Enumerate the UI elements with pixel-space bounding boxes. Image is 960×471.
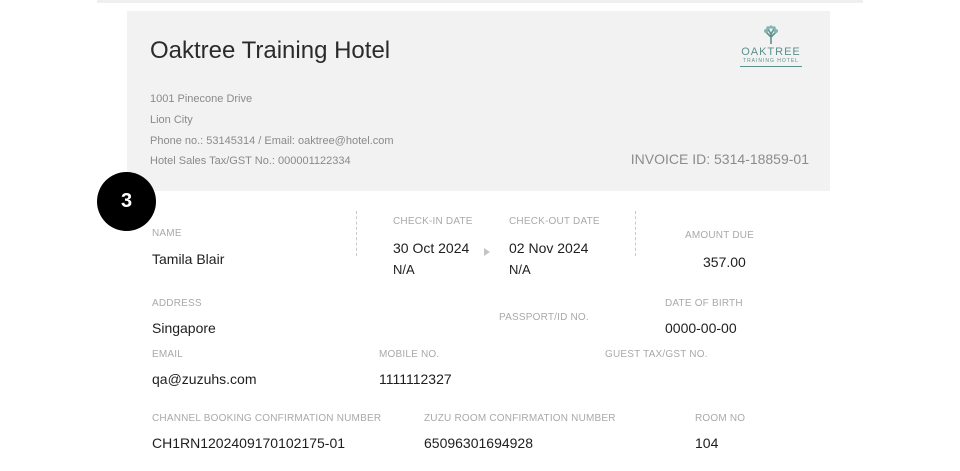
- zuzu-confirmation-label: ZUZU ROOM CONFIRMATION NUMBER: [424, 413, 616, 424]
- checkin-time: N/A: [393, 262, 415, 277]
- passport-label: PASSPORT/ID NO.: [499, 312, 589, 323]
- address-label: ADDRESS: [152, 298, 202, 309]
- checkout-label: CHECK-OUT DATE: [509, 216, 600, 227]
- invoice-header: Oaktree Training Hotel 1001 Pinecone Dri…: [127, 11, 830, 191]
- guest-dob: 0000-00-00: [665, 320, 737, 336]
- divider: [356, 211, 357, 256]
- date-range-arrow-icon: [484, 248, 490, 256]
- mobile-label: MOBILE NO.: [379, 349, 440, 360]
- logo-name: OAKTREE: [741, 46, 801, 58]
- hotel-tax-number: Hotel Sales Tax/GST No.: 000001122334: [150, 155, 351, 167]
- channel-booking-number: CH1RN1202409170102175-01: [152, 435, 346, 451]
- hotel-name: Oaktree Training Hotel: [150, 37, 391, 64]
- hotel-address-line2: Lion City: [150, 114, 193, 126]
- guest-tax-label: GUEST TAX/GST NO.: [605, 349, 708, 360]
- checkout-date: 02 Nov 2024: [509, 240, 589, 256]
- divider: [635, 211, 636, 256]
- hotel-address-line1: 1001 Pinecone Drive: [150, 93, 253, 105]
- guest-mobile: 1111112327: [379, 371, 452, 387]
- zuzu-confirmation-number: 65096301694928: [424, 435, 534, 451]
- checkout-time: N/A: [509, 262, 531, 277]
- tree-icon: [764, 25, 778, 44]
- guest-address: Singapore: [152, 320, 216, 336]
- page-top-border: [97, 0, 863, 3]
- checkin-label: CHECK-IN DATE: [393, 216, 473, 227]
- invoice-id: INVOICE ID: 5314-18859-01: [630, 151, 809, 167]
- amount-due: 357.00: [703, 254, 746, 270]
- email-label: EMAIL: [152, 349, 184, 360]
- guest-email: qa@zuzuhs.com: [152, 371, 257, 387]
- hotel-logo: OAKTREE TRAINING HOTEL: [738, 25, 804, 73]
- logo-subtitle: TRAINING HOTEL: [743, 58, 799, 64]
- logo-underline: [740, 66, 802, 67]
- room-no-label: ROOM NO: [695, 413, 746, 424]
- name-label: NAME: [152, 228, 182, 239]
- guest-name: Tamila Blair: [152, 251, 225, 267]
- step-badge: 3: [97, 172, 156, 231]
- checkin-date: 30 Oct 2024: [393, 240, 470, 256]
- amount-due-label: AMOUNT DUE: [685, 230, 755, 241]
- room-number: 104: [695, 435, 719, 451]
- hotel-contact: Phone no.: 53145314 / Email: oaktree@hot…: [150, 135, 394, 147]
- dob-label: DATE OF BIRTH: [665, 298, 743, 309]
- channel-booking-label: CHANNEL BOOKING CONFIRMATION NUMBER: [152, 413, 382, 424]
